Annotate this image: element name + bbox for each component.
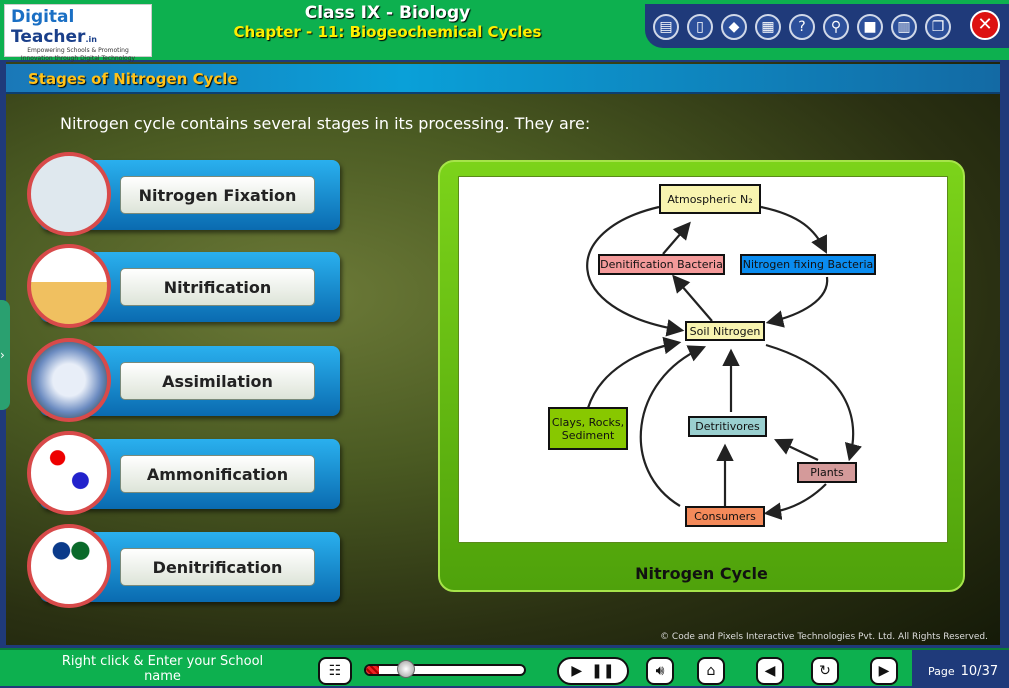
volume-button[interactable]: 🔊︎ (646, 657, 674, 685)
school-name[interactable]: Right click & Enter your School name (50, 654, 275, 684)
diagram-arrows (586, 205, 862, 520)
arrow (774, 438, 819, 461)
arrow (662, 221, 691, 255)
diagram-caption: Nitrogen Cycle (635, 564, 768, 583)
replay-button[interactable]: ↻ (811, 657, 839, 685)
play-pause-button[interactable]: ▶ ❚❚ (557, 657, 629, 685)
node-clays-rocks-sediment: Clays, Rocks, Sediment (548, 407, 628, 450)
node-plants: Plants (797, 462, 857, 483)
arrow (763, 483, 827, 520)
node-consumers: Consumers (685, 506, 765, 527)
progress-slider[interactable] (364, 664, 526, 676)
bottom-bar: Right click & Enter your School name ☷ ▶… (0, 648, 1009, 688)
node-detritivores: Detritivores (688, 416, 767, 437)
home-button[interactable]: ⌂ (697, 657, 725, 685)
progress-fill (366, 666, 379, 674)
arrow (760, 205, 827, 254)
next-button[interactable]: ▶ (870, 657, 898, 685)
node-atmospheric-n2: Atmospheric N₂ (659, 184, 761, 214)
arrow (672, 274, 713, 322)
arrow (765, 343, 862, 462)
node-soil-nitrogen: Soil Nitrogen (685, 321, 765, 341)
copyright: © Code and Pixels Interactive Technologi… (660, 632, 988, 642)
slider-handle[interactable] (396, 660, 415, 678)
page-indicator: Page 10/37 (928, 664, 999, 679)
node-denitrification-bacteria: Denitification Bacteria (598, 254, 725, 275)
sitemap-button[interactable]: ☷ (318, 657, 352, 685)
previous-button[interactable]: ◀ (756, 657, 784, 685)
arrow (765, 276, 829, 328)
node-nitrogen-fixing-bacteria: Nitrogen fixing Bacteria (740, 254, 876, 275)
